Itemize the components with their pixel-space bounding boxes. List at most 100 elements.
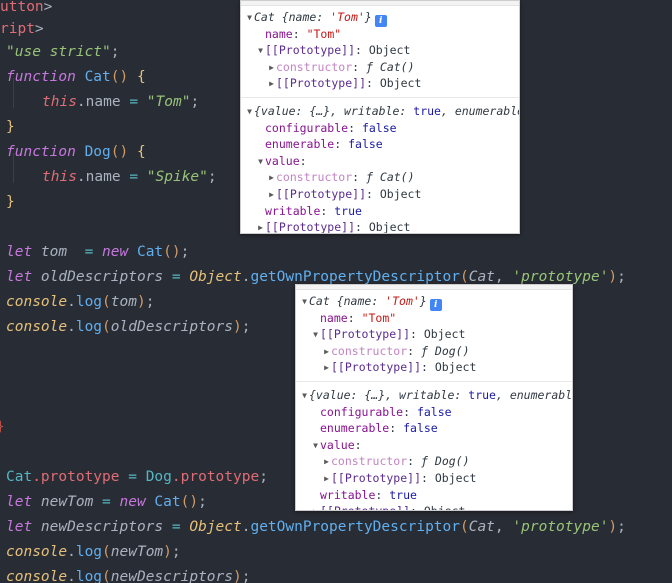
code-line: } xyxy=(6,187,15,217)
code-token: > xyxy=(34,21,44,37)
console-property-row[interactable]: ▼{value: {…}, writable: true, enumerable… xyxy=(296,387,572,404)
console-property-row[interactable]: configurable: false xyxy=(241,120,519,137)
console-entry[interactable]: ▼ Cat {name: 'Tom'} i name: "Tom" ▼ [[Protot… xyxy=(241,6,519,95)
code-token: newTom xyxy=(40,494,103,510)
console-token: , enumerable: xyxy=(495,387,573,402)
code-token: Cat xyxy=(84,69,111,85)
console-property-row[interactable]: name: "Tom" xyxy=(296,310,572,327)
code-token: . xyxy=(67,544,76,560)
console-token: constructor xyxy=(331,454,408,469)
console-entry-divider xyxy=(296,380,572,382)
console-entry[interactable]: ▼{value: {…}, writable: true, enumerable… xyxy=(296,384,572,510)
console-property-row[interactable]: ▼ {value: {…}, writable: true, enumerable xyxy=(241,103,519,120)
info-icon[interactable]: i xyxy=(374,15,387,27)
console-token: writable xyxy=(399,387,455,402)
code-token: newDescriptors xyxy=(40,519,172,535)
code-token: Cat xyxy=(136,244,164,260)
chevron-right-icon[interactable]: ▶ xyxy=(322,344,331,361)
code-token: .prototype xyxy=(32,469,129,485)
chevron-right-icon[interactable]: ▶ xyxy=(267,170,276,187)
console-token: [[Prototype]] xyxy=(331,470,422,485)
chevron-down-icon[interactable]: ▼ xyxy=(311,438,320,455)
console-token: [[Prototype]] xyxy=(265,220,356,234)
console-property-row[interactable]: ▶[[Prototype]]: Object xyxy=(241,219,519,234)
console-property-row[interactable]: ▶[[Prototype]]: Object xyxy=(241,186,519,203)
console-token: : Object xyxy=(421,360,477,375)
console-property-row[interactable]: writable: true xyxy=(296,487,572,504)
chevron-down-icon[interactable]: ▼ xyxy=(300,388,309,405)
chevron-down-icon[interactable]: ▼ xyxy=(311,327,320,344)
console-token: : xyxy=(375,487,390,502)
console-property-row[interactable]: ▶[[Prototype]]: Object xyxy=(241,75,519,92)
console-token: false xyxy=(416,404,452,419)
chevron-down-icon[interactable]: ▼ xyxy=(256,154,265,171)
console-token: [[Prototype]] xyxy=(320,327,411,342)
code-token: 'prototype' xyxy=(512,519,609,535)
info-icon[interactable]: i xyxy=(429,299,442,311)
console-property-row[interactable]: ▶ constructor: ƒ Dog() xyxy=(296,343,572,360)
console-property-row[interactable]: ▶ constructor: ƒ Dog() xyxy=(296,453,572,470)
code-token: tom xyxy=(40,244,76,260)
code-token: { xyxy=(136,144,146,160)
console-token: : xyxy=(399,103,414,118)
console-token: Cat() xyxy=(379,170,415,185)
chevron-down-icon[interactable]: ▼ xyxy=(245,104,254,121)
chevron-right-icon[interactable]: ▶ xyxy=(322,454,331,471)
console-property-row[interactable]: writable: true xyxy=(241,203,519,220)
console-token: : Object xyxy=(410,504,465,510)
console-property-row[interactable]: ▶ constructor: ƒ Cat() xyxy=(241,169,519,186)
chevron-right-icon[interactable]: ▶ xyxy=(267,60,276,77)
code-token: = xyxy=(171,519,190,535)
console-token: : xyxy=(352,170,367,185)
console-token: "Tom" xyxy=(361,310,397,325)
code-token: } xyxy=(0,419,5,435)
chevron-down-icon[interactable]: ▼ xyxy=(300,294,309,311)
console-property-row[interactable]: ▼ Cat {name: 'Tom'} i xyxy=(296,293,572,311)
code-token: ( xyxy=(102,319,111,335)
code-token: .name xyxy=(76,94,130,110)
console-property-row[interactable]: ▼ value: xyxy=(296,437,572,454)
console-output-panel[interactable]: ▼ Cat {name: 'Tom'} i name: "Tom" ▼ [[Protot… xyxy=(240,0,520,234)
code-token: Object xyxy=(189,269,242,285)
console-token: Dog() xyxy=(434,454,470,469)
chevron-right-icon[interactable]: ▶ xyxy=(311,504,320,510)
console-property-row[interactable]: ▶[[Prototype]]: Object xyxy=(296,359,572,376)
console-property-row[interactable]: ▶ constructor: ƒ Cat() xyxy=(241,59,519,76)
code-token: Cat xyxy=(6,469,33,485)
console-token: : xyxy=(299,153,307,168)
chevron-right-icon[interactable]: ▶ xyxy=(256,220,265,233)
console-property-row[interactable]: enumerable: false xyxy=(241,136,519,153)
console-property-row[interactable]: configurable: false xyxy=(296,404,572,421)
chevron-down-icon[interactable]: ▼ xyxy=(245,10,254,27)
code-token: Dog xyxy=(145,469,172,485)
code-token: ( xyxy=(102,294,111,310)
chevron-right-icon[interactable]: ▶ xyxy=(267,76,276,93)
console-property-row[interactable]: ▼ Cat {name: 'Tom'} i xyxy=(241,9,519,27)
console-property-row[interactable]: ▶[[Prototype]]: Object xyxy=(296,470,572,487)
code-token: ; xyxy=(617,519,626,535)
console-output-panel[interactable]: ▼ Cat {name: 'Tom'} i name: "Tom" ▼ [[Protot… xyxy=(295,284,573,511)
console-entry[interactable]: ▼{value: {…}, writable: true, enumerable… xyxy=(241,100,519,234)
console-property-row[interactable]: ▼ [[Prototype]]: Object xyxy=(296,326,572,343)
console-entry[interactable]: ▼ Cat {name: 'Tom'} i name: "Tom" ▼ [[Protot… xyxy=(296,290,572,379)
console-property-row[interactable]: ▼ [[Prototype]]: Object xyxy=(241,42,519,59)
code-token: ) xyxy=(608,269,618,285)
code-token: Dog xyxy=(84,144,111,160)
code-token: . xyxy=(67,319,76,335)
chevron-down-icon[interactable]: ▼ xyxy=(256,43,265,60)
code-token: } xyxy=(6,194,15,210)
code-token: let xyxy=(6,494,41,510)
chevron-right-icon[interactable]: ▶ xyxy=(322,471,331,488)
console-token: constructor xyxy=(276,59,353,74)
console-property-row[interactable]: enumerable: false xyxy=(296,420,572,437)
chevron-right-icon[interactable]: ▶ xyxy=(267,187,276,204)
code-token: ( xyxy=(459,519,469,535)
code-token: console xyxy=(6,294,68,310)
console-property-row[interactable]: ▼ value: xyxy=(241,153,519,170)
chevron-right-icon[interactable]: ▶ xyxy=(322,360,331,377)
console-property-row[interactable]: ▶[[Prototype]]: Object xyxy=(296,503,572,510)
code-token: } xyxy=(6,119,15,135)
console-property-row[interactable]: name: "Tom" xyxy=(241,26,519,43)
console-token: true xyxy=(334,203,362,218)
console-token: {name: xyxy=(281,10,331,24)
